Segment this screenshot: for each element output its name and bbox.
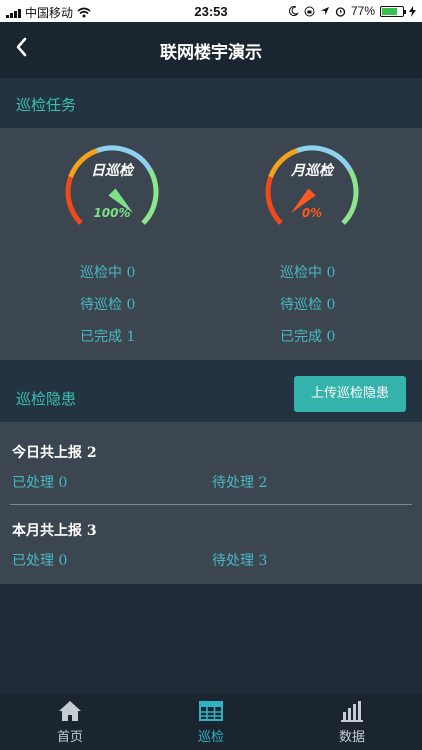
monthly-gauge-title: 月巡检	[291, 163, 333, 179]
monthly-pending: 待巡检 0	[280, 297, 336, 313]
location-icon	[320, 7, 329, 15]
today-report-title: 今日共上报 2	[12, 445, 97, 461]
tab-bar: 首页 巡检 数据	[0, 694, 422, 750]
charging-icon	[409, 5, 416, 17]
inspection-tasks-title: 巡检任务	[16, 96, 77, 114]
daily-pending: 待巡检 0	[80, 297, 136, 313]
tab-data[interactable]: 数据	[282, 694, 422, 750]
inspection-tasks-header: 巡检任务	[0, 78, 422, 128]
battery-icon	[380, 5, 406, 17]
inspection-tasks-panel: 日巡检 100% 月巡检 0% 巡检中 0 待巡检 0 已完成 1 巡检中 0 …	[0, 128, 422, 360]
daily-inspection-gauge[interactable]: 日巡检 100%	[57, 142, 167, 242]
page-title: 联网楼宇演示	[160, 43, 262, 63]
monthly-completed: 已完成 0	[280, 329, 336, 345]
monthly-gauge-percent: 0%	[301, 206, 323, 220]
today-pending[interactable]: 待处理 2	[212, 472, 267, 492]
moon-icon	[288, 6, 299, 16]
tab-inspection[interactable]: 巡检	[141, 694, 281, 750]
nav-bar: 联网楼宇演示	[0, 22, 422, 78]
lock-rotation-icon	[304, 6, 315, 16]
month-report-title: 本月共上报 3	[12, 523, 97, 539]
home-icon	[59, 701, 81, 721]
today-processed[interactable]: 已处理 0	[12, 472, 67, 492]
hazards-title: 巡检隐患	[16, 390, 77, 408]
upload-hazard-button[interactable]: 上传巡检隐患	[294, 376, 406, 412]
month-pending[interactable]: 待处理 3	[212, 550, 267, 570]
table-icon	[199, 701, 223, 721]
daily-gauge-title: 日巡检	[91, 163, 133, 179]
month-processed[interactable]: 已处理 0	[12, 550, 67, 570]
status-bar: 中国移动 23:53 77%	[0, 0, 422, 22]
battery-percent: 77%	[350, 4, 375, 18]
bar-chart-icon	[341, 701, 363, 722]
report-divider	[10, 504, 412, 505]
monthly-inspection-gauge[interactable]: 月巡检 0%	[257, 142, 367, 242]
daily-gauge-percent: 100%	[93, 206, 131, 220]
daily-in-progress: 巡检中 0	[80, 265, 136, 281]
tab-home-label: 首页	[56, 730, 83, 745]
alarm-icon	[335, 6, 346, 17]
tab-inspection-label: 巡检	[197, 730, 224, 745]
daily-completed: 已完成 1	[80, 329, 136, 345]
tab-home[interactable]: 首页	[0, 694, 140, 750]
tab-data-label: 数据	[338, 730, 365, 745]
hazards-panel: 今日共上报 2 已处理 0 待处理 2 本月共上报 3 已处理 0 待处理 3	[0, 422, 422, 584]
status-right: 77%	[288, 4, 416, 18]
monthly-in-progress: 巡检中 0	[280, 265, 336, 281]
